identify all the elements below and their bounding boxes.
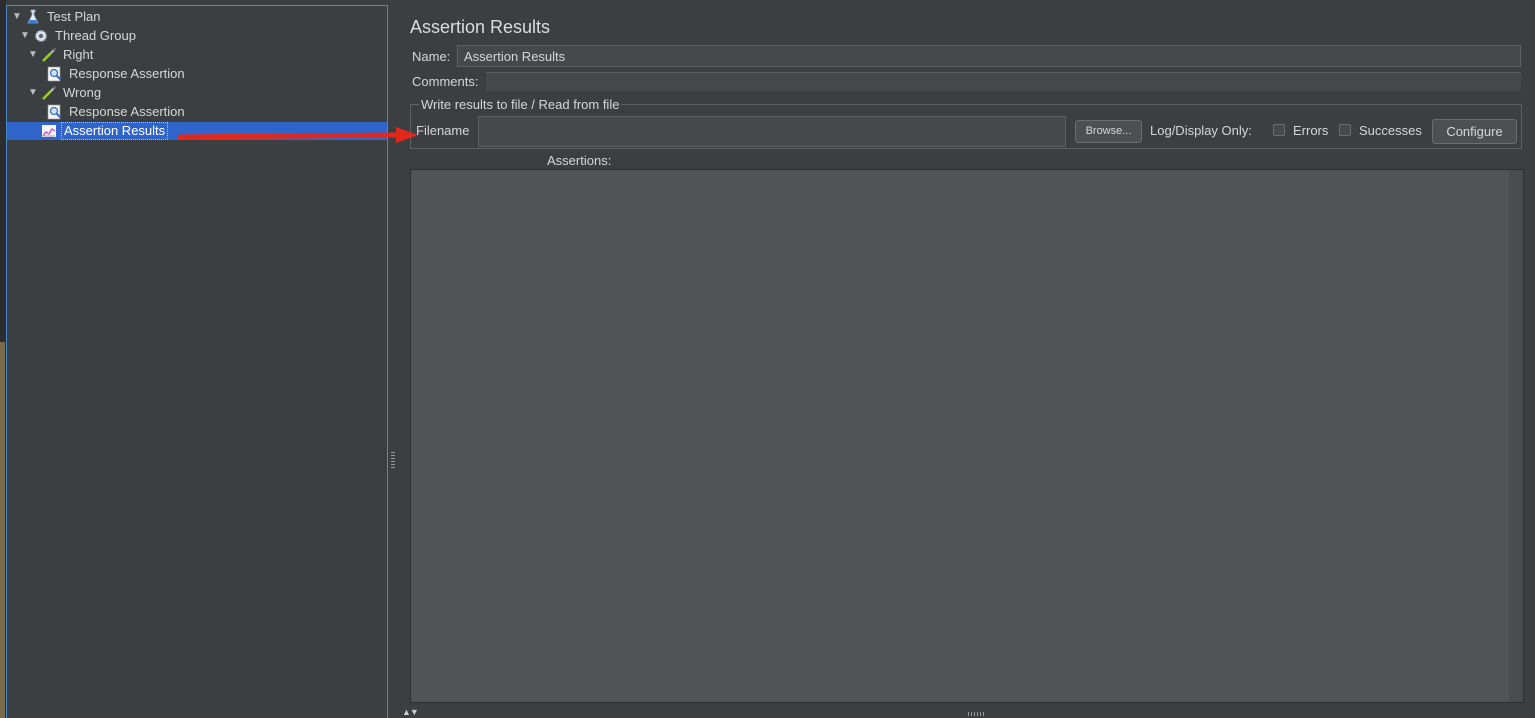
errors-checkbox[interactable]	[1273, 124, 1285, 136]
magnifier-assertion-icon	[47, 66, 63, 82]
assertions-label: Assertions:	[547, 153, 612, 168]
comments-field[interactable]	[486, 72, 1521, 91]
errors-label: Errors	[1293, 123, 1329, 138]
sampler-pipette-icon	[41, 85, 57, 101]
sampler-pipette-icon	[41, 47, 57, 63]
filename-label: Filename	[416, 123, 470, 138]
bottom-divider-grip[interactable]	[968, 712, 984, 716]
divider-grip[interactable]	[391, 452, 395, 468]
tree-item-label: Thread Group	[55, 28, 136, 43]
configure-button[interactable]: Configure	[1432, 119, 1517, 144]
tree-item-wrong[interactable]: ▼ Wrong	[27, 84, 103, 102]
annotation-arrow-icon	[177, 127, 418, 143]
assertions-text-area[interactable]	[410, 169, 1524, 703]
listener-chart-icon	[41, 123, 57, 139]
expand-toggle-icon[interactable]: ▼	[27, 84, 39, 102]
name-input[interactable]	[457, 45, 1521, 67]
bottom-divider: ▲▼	[398, 707, 1535, 718]
split-pane-divider[interactable]	[389, 0, 398, 718]
file-group-title: Write results to file / Read from file	[419, 97, 622, 112]
assertion-results-panel: Assertion Results Name: Comments: Write …	[398, 0, 1535, 718]
magnifier-assertion-icon	[47, 104, 63, 120]
tree-item-right[interactable]: ▼ Right	[27, 46, 95, 64]
tree-item-label: Wrong	[63, 85, 102, 100]
successes-checkbox[interactable]	[1339, 124, 1351, 136]
gear-icon	[33, 28, 49, 44]
panel-title: Assertion Results	[410, 17, 551, 37]
expand-toggle-icon[interactable]: ▼	[27, 46, 39, 64]
tree-item-thread-group[interactable]: ▼ Thread Group	[19, 27, 138, 45]
tree-item-label: Test Plan	[47, 9, 101, 24]
assertions-scrollbar[interactable]	[1509, 170, 1523, 702]
filename-input[interactable]	[478, 116, 1066, 147]
log-display-only-label: Log/Display Only:	[1150, 123, 1252, 138]
successes-label: Successes	[1359, 123, 1422, 138]
comments-label: Comments:	[412, 74, 479, 89]
tree-item-label: Right	[63, 47, 94, 62]
background-window-edge	[0, 342, 5, 718]
expand-toggle-icon[interactable]: ▼	[11, 8, 23, 26]
tree-item-label: Response Assertion	[69, 66, 185, 81]
test-plan-flask-icon	[25, 9, 41, 25]
tree-item-test-plan[interactable]: ▼ Test Plan	[11, 8, 102, 26]
tree-item-label: Assertion Results	[61, 122, 169, 140]
test-plan-tree[interactable]: ▼ Test Plan ▼ Thread Group ▼ Right Respo…	[6, 5, 388, 718]
collapse-arrows-icon[interactable]: ▲▼	[402, 707, 419, 717]
tree-item-response-assertion-2[interactable]: Response Assertion	[47, 103, 187, 121]
browse-button[interactable]: Browse...	[1075, 120, 1142, 143]
name-label: Name:	[412, 49, 451, 64]
tree-item-label: Response Assertion	[69, 104, 185, 119]
expand-toggle-icon[interactable]: ▼	[19, 27, 31, 45]
tree-item-response-assertion-1[interactable]: Response Assertion	[47, 65, 187, 83]
